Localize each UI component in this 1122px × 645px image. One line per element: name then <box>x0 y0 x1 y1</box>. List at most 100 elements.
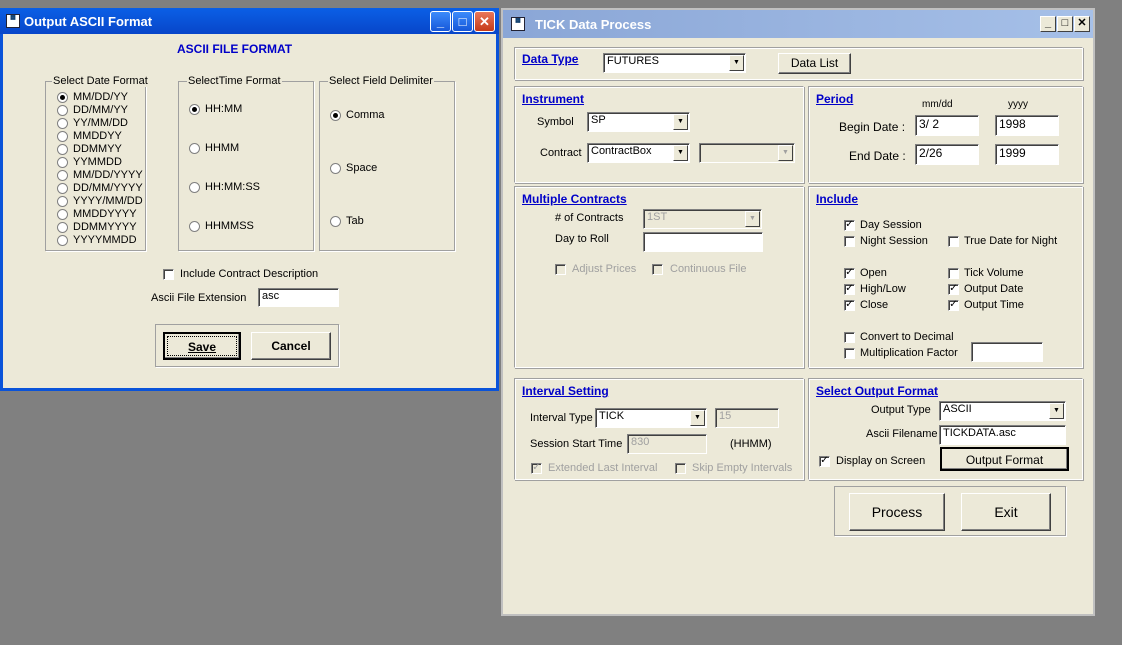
delimiter-radio[interactable] <box>330 110 341 121</box>
open-checkbox[interactable]: ✓ <box>844 268 855 279</box>
chevron-down-icon[interactable]: ▼ <box>673 145 688 161</box>
tick-window-title: TICK Data Process <box>535 17 652 32</box>
continuous-file-checkbox[interactable] <box>652 264 663 275</box>
time-format-radio[interactable] <box>189 143 200 154</box>
cancel-button[interactable]: Cancel <box>251 332 331 360</box>
time-format-label: HH:MM <box>205 103 243 115</box>
maximize-button[interactable]: □ <box>452 11 473 32</box>
chevron-down-icon[interactable]: ▼ <box>690 410 705 426</box>
contract-select[interactable]: ContractBox ▼ <box>587 143 690 163</box>
chevron-down-icon[interactable]: ▼ <box>729 55 744 71</box>
process-button-label: Process <box>871 504 923 520</box>
date-format-radio[interactable] <box>57 92 68 103</box>
output-format-title: Select Output Format <box>816 384 939 398</box>
multiplication-factor-checkbox[interactable] <box>844 348 855 359</box>
symbol-value: SP <box>591 114 606 126</box>
date-format-radio[interactable] <box>57 170 68 181</box>
interval-number-input[interactable]: 15 <box>715 408 779 428</box>
maximize-button[interactable]: □ <box>1057 16 1073 32</box>
close-checkbox[interactable]: ✓ <box>844 300 855 311</box>
extended-interval-checkbox[interactable]: ✓ <box>531 463 542 474</box>
end-yyyy-input[interactable]: 1999 <box>995 144 1059 165</box>
include-contract-checkbox[interactable] <box>163 269 174 280</box>
multiple-contracts-panel: Multiple Contracts # of Contracts 1ST ▼ … <box>514 186 804 368</box>
ascii-heading: ASCII FILE FORMAT <box>177 42 293 56</box>
highlow-checkbox[interactable]: ✓ <box>844 284 855 295</box>
data-type-panel: Data Type FUTURES ▼ Data List <box>514 47 1083 80</box>
data-list-button[interactable]: Data List <box>778 53 851 74</box>
day-to-roll-input[interactable] <box>643 232 763 252</box>
delimiter-radio[interactable] <box>330 216 341 227</box>
date-format-radio[interactable] <box>57 131 68 142</box>
time-format-radio[interactable] <box>189 104 200 115</box>
chevron-down-icon[interactable]: ▼ <box>1049 403 1064 419</box>
date-format-radio[interactable] <box>57 209 68 220</box>
date-format-radio[interactable] <box>57 144 68 155</box>
time-format-label: HHMM <box>205 142 240 154</box>
date-format-radio[interactable] <box>57 235 68 246</box>
adjust-prices-checkbox[interactable] <box>555 264 566 275</box>
tick-volume-checkbox[interactable] <box>948 268 959 279</box>
time-format-radio[interactable] <box>189 182 200 193</box>
data-type-title: Data Type <box>522 52 579 66</box>
date-format-label: YY/MM/DD <box>73 117 128 129</box>
maximize-icon: □ <box>1061 17 1069 29</box>
exit-button[interactable]: Exit <box>961 493 1051 531</box>
ascii-window-title: Output ASCII Format <box>24 14 153 29</box>
display-screen-checkbox[interactable]: ✓ <box>819 456 830 467</box>
chevron-down-icon[interactable]: ▼ <box>745 211 760 227</box>
data-type-select[interactable]: FUTURES ▼ <box>603 53 746 73</box>
output-date-checkbox[interactable]: ✓ <box>948 284 959 295</box>
date-format-radio[interactable] <box>57 183 68 194</box>
convert-decimal-checkbox[interactable] <box>844 332 855 343</box>
close-button[interactable]: ✕ <box>474 11 495 32</box>
convert-decimal-label: Convert to Decimal <box>860 331 954 343</box>
begin-yyyy-input[interactable]: 1998 <box>995 115 1059 136</box>
chevron-down-icon[interactable]: ▼ <box>673 114 688 130</box>
tick-volume-label: Tick Volume <box>964 267 1024 279</box>
interval-type-select[interactable]: TICK ▼ <box>595 408 707 428</box>
end-mmdd-input[interactable]: 2/26 <box>915 144 979 165</box>
begin-mmdd-input[interactable]: 3/ 2 <box>915 115 979 136</box>
ascii-filename-input[interactable]: TICKDATA.asc <box>939 425 1066 445</box>
output-type-label: Output Type <box>871 404 931 416</box>
contract2-select[interactable]: ▼ <box>699 143 795 163</box>
minimize-button[interactable]: _ <box>1040 16 1056 32</box>
night-session-label: Night Session <box>860 235 928 247</box>
date-format-radio[interactable] <box>57 105 68 116</box>
tick-title-bar[interactable]: ▦ TICK Data Process _ □ ✕ <box>503 10 1093 38</box>
session-start-label: Session Start Time <box>530 438 623 450</box>
ascii-title-bar[interactable]: ▦ Output ASCII Format _ □ ✕ <box>0 8 499 34</box>
close-button[interactable]: ✕ <box>1074 16 1090 32</box>
process-button[interactable]: Process <box>849 493 945 531</box>
true-date-checkbox[interactable] <box>948 236 959 247</box>
chevron-down-icon[interactable]: ▼ <box>778 145 793 161</box>
night-session-checkbox[interactable] <box>844 236 855 247</box>
minimize-button[interactable]: _ <box>430 11 451 32</box>
time-format-group: SelectTime Format HH:MM HHMM HH:MM:SS HHMMS… <box>178 75 314 251</box>
session-start-input[interactable]: 830 <box>627 434 707 454</box>
date-format-radio[interactable] <box>57 118 68 129</box>
date-format-radio[interactable] <box>57 157 68 168</box>
save-button[interactable]: Save <box>163 332 241 360</box>
include-panel: Include ✓ Day Session Night Session True… <box>808 186 1083 368</box>
date-format-radio[interactable] <box>57 222 68 233</box>
day-session-checkbox[interactable]: ✓ <box>844 220 855 231</box>
output-format-button[interactable]: Output Format <box>940 447 1069 471</box>
date-format-label: DD/MM/YY <box>73 104 128 116</box>
ascii-ext-input[interactable]: asc <box>258 288 339 307</box>
symbol-select[interactable]: SP ▼ <box>587 112 690 132</box>
delimiter-radio[interactable] <box>330 163 341 174</box>
output-type-select[interactable]: ASCII ▼ <box>939 401 1066 421</box>
skip-empty-checkbox[interactable] <box>675 463 686 474</box>
skip-empty-label: Skip Empty Intervals <box>692 462 793 474</box>
close-icon: ✕ <box>1077 17 1087 29</box>
output-time-checkbox[interactable]: ✓ <box>948 300 959 311</box>
time-format-radio[interactable] <box>189 221 200 232</box>
maximize-icon: □ <box>458 14 467 29</box>
date-format-radio[interactable] <box>57 196 68 207</box>
multiplication-factor-input[interactable] <box>971 342 1043 362</box>
delimiter-label: Space <box>346 162 378 174</box>
num-contracts-select[interactable]: 1ST ▼ <box>643 209 762 229</box>
instrument-title: Instrument <box>522 92 585 106</box>
